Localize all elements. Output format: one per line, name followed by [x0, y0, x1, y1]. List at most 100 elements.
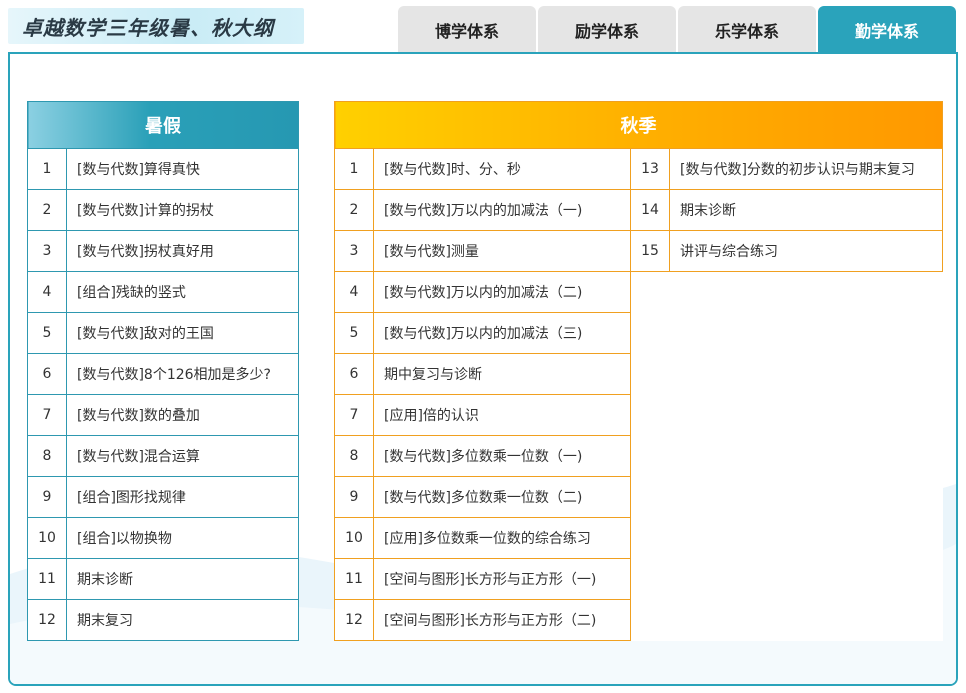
- summer-table: 暑假 1 [数与代数]算得真快 2 [数与代数]计算的拐杖 3 [数与代数]拐杖真好用 4[…: [27, 101, 299, 641]
- lesson-title: 讲评与综合练习: [669, 230, 943, 272]
- lesson-title: [空间与图形]长方形与正方形（二): [373, 599, 631, 641]
- empty-cell: [670, 559, 943, 600]
- table-row: 5 [数与代数]敌对的王国: [27, 312, 299, 354]
- empty-cell: [670, 354, 943, 395]
- tab-qinxue[interactable]: 勤学体系: [818, 6, 956, 53]
- empty-cell: [670, 600, 943, 641]
- table-row: 6 [数与代数]8个126相加是多少?: [27, 353, 299, 395]
- lesson-title: [数与代数]时、分、秒: [373, 148, 631, 190]
- empty-cell: [670, 395, 943, 436]
- empty-cell: [631, 477, 670, 518]
- summer-header-row: 暑假: [27, 101, 299, 149]
- lesson-number: 15: [630, 230, 670, 272]
- header: 卓越数学三年级暑、秋大纲 博学体系 励学体系 乐学体系 勤学体系: [0, 0, 966, 53]
- lesson-number: 3: [27, 230, 67, 272]
- lesson-number: 4: [334, 271, 374, 313]
- table-row: 4 [数与代数]万以内的加减法（二): [334, 271, 943, 313]
- lesson-title: [数与代数]8个126相加是多少?: [66, 353, 299, 395]
- table-row: 10 [组合]以物换物: [27, 517, 299, 559]
- lesson-number: 13: [630, 148, 670, 190]
- empty-cell: [631, 600, 670, 641]
- lesson-number: 1: [27, 148, 67, 190]
- lesson-title: [应用]多位数乘一位数的综合练习: [373, 517, 631, 559]
- lesson-title: [数与代数]敌对的王国: [66, 312, 299, 354]
- empty-cell: [670, 272, 943, 313]
- empty-cell: [670, 518, 943, 559]
- table-row: 9 [组合]图形找规律: [27, 476, 299, 518]
- lesson-title: [数与代数]测量: [373, 230, 631, 272]
- lesson-title: [数与代数]混合运算: [66, 435, 299, 477]
- page-title: 卓越数学三年级暑、秋大纲: [22, 15, 274, 40]
- table-row: 6 期中复习与诊断: [334, 353, 943, 395]
- tab-bar: 博学体系 励学体系 乐学体系 勤学体系: [398, 6, 956, 53]
- table-row: 4 [组合]残缺的竖式: [27, 271, 299, 313]
- empty-cell: [631, 518, 670, 559]
- lesson-title: [数与代数]多位数乘一位数（一): [373, 435, 631, 477]
- empty-cell: [631, 559, 670, 600]
- autumn-table: 秋季 1 [数与代数]时、分、秒 13 [数与代数]分数的初步认识与期末复习 2 [数与代…: [334, 101, 943, 641]
- empty-cell: [670, 436, 943, 477]
- lesson-title: [组合]图形找规律: [66, 476, 299, 518]
- empty-cell: [670, 313, 943, 354]
- lesson-number: 9: [27, 476, 67, 518]
- table-row: 12 期末复习: [27, 599, 299, 641]
- lesson-number: 11: [334, 558, 374, 600]
- lesson-title: [数与代数]分数的初步认识与期末复习: [669, 148, 943, 190]
- lesson-title: [数与代数]万以内的加减法（一): [373, 189, 631, 231]
- lesson-number: 10: [27, 517, 67, 559]
- title-banner: 卓越数学三年级暑、秋大纲: [8, 8, 304, 44]
- table-row: 1 [数与代数]时、分、秒 13 [数与代数]分数的初步认识与期末复习: [334, 148, 943, 190]
- lesson-title: [数与代数]万以内的加减法（二): [373, 271, 631, 313]
- lesson-number: 12: [334, 599, 374, 641]
- autumn-header-row: 秋季: [334, 101, 943, 149]
- table-row: 5 [数与代数]万以内的加减法（三): [334, 312, 943, 354]
- lesson-number: 4: [27, 271, 67, 313]
- lesson-number: 3: [334, 230, 374, 272]
- lesson-number: 6: [27, 353, 67, 395]
- table-row: 11 [空间与图形]长方形与正方形（一): [334, 558, 943, 600]
- table-row: 3 [数与代数]测量 15 讲评与综合练习: [334, 230, 943, 272]
- tab-boxue[interactable]: 博学体系: [398, 6, 536, 53]
- lesson-number: 8: [334, 435, 374, 477]
- tab-lixue[interactable]: 励学体系: [538, 6, 676, 53]
- lesson-title: [组合]以物换物: [66, 517, 299, 559]
- lesson-title: [空间与图形]长方形与正方形（一): [373, 558, 631, 600]
- lesson-number: 7: [27, 394, 67, 436]
- lesson-title: [数与代数]拐杖真好用: [66, 230, 299, 272]
- empty-cell: [631, 395, 670, 436]
- table-row: 2 [数与代数]计算的拐杖: [27, 189, 299, 231]
- lesson-number: 5: [334, 312, 374, 354]
- lesson-number: 5: [27, 312, 67, 354]
- table-row: 12 [空间与图形]长方形与正方形（二): [334, 599, 943, 641]
- table-row: 7 [数与代数]数的叠加: [27, 394, 299, 436]
- lesson-title: [数与代数]计算的拐杖: [66, 189, 299, 231]
- lesson-number: 2: [27, 189, 67, 231]
- lesson-title: 期末诊断: [66, 558, 299, 600]
- tab-lexue[interactable]: 乐学体系: [678, 6, 816, 53]
- lesson-title: [数与代数]万以内的加减法（三): [373, 312, 631, 354]
- table-row: 11 期末诊断: [27, 558, 299, 600]
- empty-cell: [631, 436, 670, 477]
- lesson-number: 2: [334, 189, 374, 231]
- summer-title: 暑假: [27, 101, 299, 149]
- table-row: 1 [数与代数]算得真快: [27, 148, 299, 190]
- table-row: 8 [数与代数]混合运算: [27, 435, 299, 477]
- table-row: 8 [数与代数]多位数乘一位数（一): [334, 435, 943, 477]
- lesson-number: 7: [334, 394, 374, 436]
- autumn-title: 秋季: [334, 101, 943, 149]
- lesson-title: 期末诊断: [669, 189, 943, 231]
- lesson-number: 9: [334, 476, 374, 518]
- lesson-title: [应用]倍的认识: [373, 394, 631, 436]
- content-panel: 暑假 1 [数与代数]算得真快 2 [数与代数]计算的拐杖 3 [数与代数]拐杖真好用 4[…: [8, 52, 958, 686]
- lesson-number: 6: [334, 353, 374, 395]
- lesson-number: 12: [27, 599, 67, 641]
- lesson-number: 14: [630, 189, 670, 231]
- empty-cell: [631, 354, 670, 395]
- lesson-title: [数与代数]算得真快: [66, 148, 299, 190]
- table-row: 7 [应用]倍的认识: [334, 394, 943, 436]
- lesson-title: 期中复习与诊断: [373, 353, 631, 395]
- lesson-title: [数与代数]多位数乘一位数（二): [373, 476, 631, 518]
- lesson-title: [数与代数]数的叠加: [66, 394, 299, 436]
- table-row: 3 [数与代数]拐杖真好用: [27, 230, 299, 272]
- table-row: 9 [数与代数]多位数乘一位数（二): [334, 476, 943, 518]
